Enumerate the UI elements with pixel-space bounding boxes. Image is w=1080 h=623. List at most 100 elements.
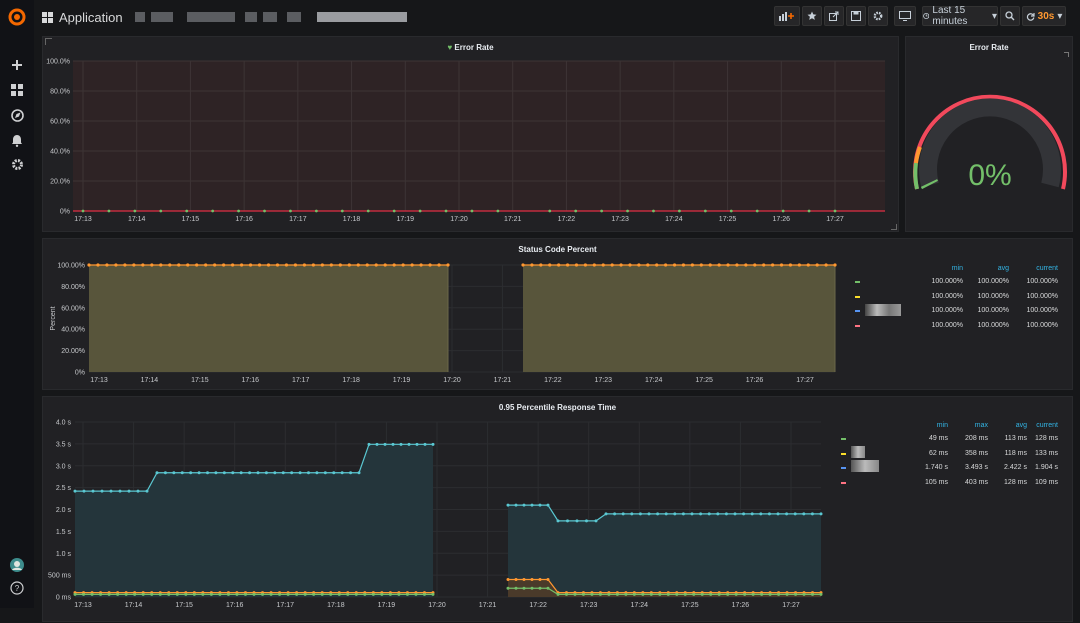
data-point [548,263,552,267]
save-button[interactable] [846,6,866,26]
legend-color-swatch[interactable] [855,281,860,283]
gear-icon[interactable] [0,154,34,174]
settings-button[interactable] [868,6,888,26]
data-point [214,471,218,475]
refresh-icon [1026,12,1035,21]
error-rate-gauge-panel[interactable]: Error Rate 0% [905,36,1073,232]
data-point [824,263,828,267]
data-point [530,503,534,507]
data-point [767,512,771,516]
data-point [371,592,375,596]
data-point [401,263,405,267]
data-point [150,263,154,267]
data-point [649,592,653,596]
data-point [709,592,713,596]
data-point [733,512,737,516]
data-point [574,263,579,267]
avatar[interactable] [0,555,34,575]
data-point [286,592,290,596]
star-button[interactable] [802,6,822,26]
data-point [213,263,217,267]
data-point [380,592,384,596]
data-point [744,263,748,267]
data-point [724,512,728,516]
data-point [575,519,579,523]
data-point [700,592,704,596]
legend-value: 109 ms [1035,478,1058,486]
refresh-picker-button[interactable]: 30s ▾ [1022,6,1066,26]
legend-value: 100.000% [1026,307,1058,314]
data-point [802,592,806,596]
share-button[interactable] [824,6,844,26]
legend-header: current [1036,265,1058,272]
grafana-logo-icon[interactable] [0,6,34,28]
data-point [581,592,585,596]
data-point [159,263,163,267]
tv-mode-button[interactable] [894,6,916,26]
data-point [239,263,244,267]
data-point [357,471,361,475]
status-code-percent-panel[interactable]: Status Code Percent 100.00% 80.00% 60.00% 4… [42,238,1073,390]
data-point [73,592,77,596]
legend-color-swatch[interactable] [855,310,860,312]
data-point [239,471,243,475]
x-tick-label: 17:23 [595,377,613,384]
data-point [127,489,131,493]
data-point [779,263,784,267]
data-point [444,209,448,213]
data-point [201,592,205,596]
error-rate-graph-panel[interactable]: ♥ Error Rate 100.0% 80.0% 60.0% 40.0% 20.0% 0… [42,36,899,232]
dashboards-icon[interactable] [0,80,34,100]
data-point [312,592,316,596]
dashboard-title[interactable]: Application [42,8,407,26]
legend-header: avg [997,265,1009,272]
legend-color-swatch[interactable] [841,452,846,455]
data-point [133,209,137,213]
data-point [431,442,435,446]
alert-bell-icon[interactable] [0,130,34,150]
data-point [613,512,617,516]
data-point [565,263,570,267]
x-tick-label: 17:23 [611,216,629,223]
data-point [678,209,681,213]
add-panel-button[interactable] [774,6,800,26]
data-point [399,442,403,446]
redacted-text [244,12,257,22]
data-point [641,592,645,596]
legend-color-swatch[interactable] [841,438,846,440]
data-point [248,471,252,475]
response-time-panel[interactable]: 0.95 Percentile Response Time 4.0 s 3.5 s… [42,396,1073,622]
data-point [546,586,550,590]
legend-color-swatch[interactable] [841,481,846,484]
data-point [340,471,344,475]
data-point [231,471,235,475]
time-picker-button[interactable]: Last 15 minutes ▾ [922,5,998,27]
data-point [150,592,154,596]
data-point [647,512,651,516]
data-point [243,592,247,596]
explore-icon[interactable] [0,105,34,125]
redacted-series-name [851,445,865,458]
data-point [275,263,280,267]
data-point [781,209,785,213]
help-icon[interactable]: ? [0,578,34,598]
data-point [573,592,577,596]
y-axis-label: Percent [50,306,57,330]
legend-color-swatch[interactable] [855,295,860,298]
x-tick-label: 17:26 [773,216,791,223]
data-point [415,442,419,446]
data-point [743,592,747,596]
data-point [750,512,754,516]
data-point [690,512,694,516]
x-tick-label: 17:22 [558,216,576,223]
x-tick-label: 17:21 [494,377,512,384]
data-point [392,209,396,213]
data-point [320,592,324,596]
data-point [594,519,598,523]
legend-color-swatch[interactable] [841,467,846,469]
plus-icon[interactable] [0,55,34,75]
legend-color-swatch[interactable] [855,324,860,327]
data-point [422,592,426,596]
zoom-out-button[interactable] [1000,6,1020,26]
legend-value: 100.000% [931,292,963,300]
